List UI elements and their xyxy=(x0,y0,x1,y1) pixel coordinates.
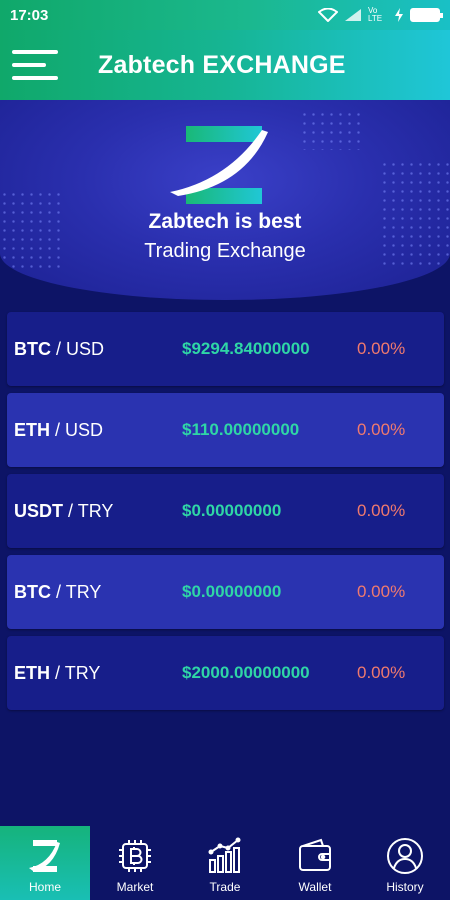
hero-subtitle: Trading Exchange xyxy=(144,240,306,262)
app-title: Zabtech EXCHANGE xyxy=(98,50,346,79)
pair-base: BTC xyxy=(14,338,51,359)
pair-quote: / USD xyxy=(56,338,105,359)
nav-history-label: History xyxy=(386,880,424,894)
market-list: BTC / USD $9294.84000000 0.00% ETH / USD… xyxy=(7,312,444,717)
pair-quote: / USD xyxy=(55,419,104,440)
wallet-icon xyxy=(299,838,331,871)
bar-chart-icon xyxy=(208,837,241,873)
hamburger-icon[interactable] xyxy=(10,45,60,85)
nav-wallet[interactable]: Wallet xyxy=(270,826,360,900)
pair-price: $2000.00000000 xyxy=(182,663,310,682)
nav-wallet-label: Wallet xyxy=(298,880,332,894)
pair-change: 0.00% xyxy=(357,420,406,439)
network-label: Vo LTE xyxy=(368,6,383,23)
pair-change: 0.00% xyxy=(357,501,406,520)
pair-label: BTC / TRY xyxy=(14,582,182,603)
nav-market[interactable]: Market xyxy=(90,826,180,900)
user-circle-icon xyxy=(387,838,423,874)
pair-price: $110.00000000 xyxy=(182,420,300,439)
z-logo-icon xyxy=(29,840,60,872)
status-icons: Vo LTE xyxy=(318,6,443,23)
app-bar: Zabtech EXCHANGE xyxy=(0,30,450,100)
pair-quote: / TRY xyxy=(56,581,102,602)
pair-quote: / TRY xyxy=(55,662,101,683)
hero-title: Zabtech is best xyxy=(148,210,302,233)
nav-home[interactable]: Home xyxy=(0,826,90,900)
market-row[interactable]: BTC / TRY $0.00000000 0.00% xyxy=(7,555,444,629)
pair-price: $0.00000000 xyxy=(182,582,282,601)
market-row[interactable]: USDT / TRY $0.00000000 0.00% xyxy=(7,474,444,548)
wifi-icon xyxy=(318,8,338,22)
pair-price: $9294.84000000 xyxy=(182,339,310,358)
status-bar: 17:03 Vo LTE xyxy=(0,0,450,30)
nav-trade[interactable]: Trade xyxy=(180,826,270,900)
pair-change: 0.00% xyxy=(357,582,406,601)
nav-home-label: Home xyxy=(28,880,61,894)
market-row[interactable]: BTC / USD $9294.84000000 0.00% xyxy=(7,312,444,386)
pair-base: ETH xyxy=(14,419,50,440)
pair-change: 0.00% xyxy=(357,339,406,358)
pair-change: 0.00% xyxy=(357,663,406,682)
pair-label: ETH / USD xyxy=(14,420,182,441)
pair-quote: / TRY xyxy=(68,500,114,521)
bottom-nav: Home Market Trade Wallet History xyxy=(0,826,450,900)
pair-base: USDT xyxy=(14,500,63,521)
nav-trade-label: Trade xyxy=(209,880,241,894)
battery-icon xyxy=(410,8,443,22)
z-logo-icon xyxy=(170,126,268,204)
charging-icon xyxy=(395,8,403,22)
pair-price: $0.00000000 xyxy=(182,501,282,520)
market-row[interactable]: ETH / TRY $2000.00000000 0.00% xyxy=(7,636,444,710)
decor-dots xyxy=(300,110,360,150)
pair-label: ETH / TRY xyxy=(14,663,182,684)
bitcoin-chip-icon xyxy=(119,840,151,872)
signal-icon xyxy=(345,9,361,21)
status-time: 17:03 xyxy=(10,6,49,24)
pair-base: ETH xyxy=(14,662,50,683)
pair-label: USDT / TRY xyxy=(14,501,182,522)
nav-market-label: Market xyxy=(116,880,154,894)
pair-label: BTC / USD xyxy=(14,339,182,360)
hero-banner: Zabtech is best Trading Exchange xyxy=(0,100,450,300)
pair-base: BTC xyxy=(14,581,51,602)
nav-history[interactable]: History xyxy=(360,826,450,900)
market-row[interactable]: ETH / USD $110.00000000 0.00% xyxy=(7,393,444,467)
